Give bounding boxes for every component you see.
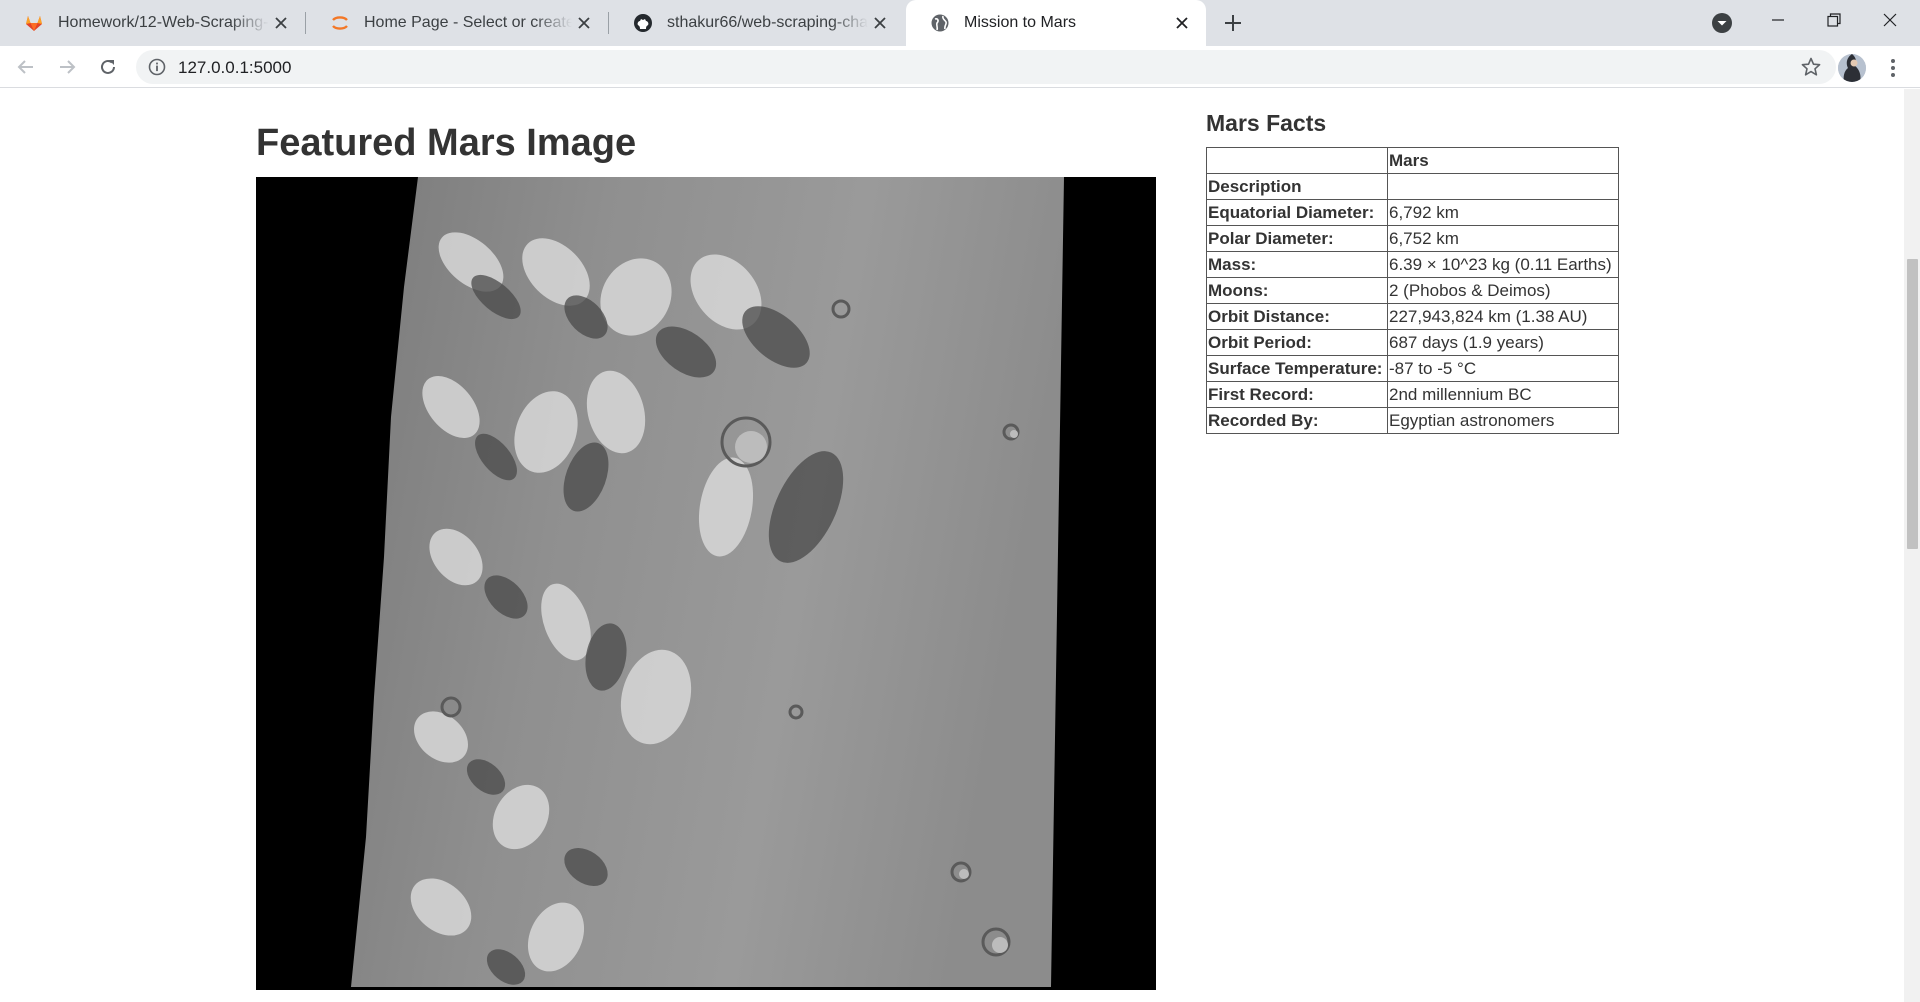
row-label: Equatorial Diameter: (1206, 199, 1388, 226)
table-row: Surface Temperature: -87 to -5 °C (1206, 355, 1619, 382)
table-row: First Record: 2nd millennium BC (1206, 381, 1619, 408)
minimize-icon[interactable] (1750, 0, 1806, 40)
tab-jupyter[interactable]: Home Page - Select or create a notebook (306, 0, 608, 46)
jupyter-icon (330, 13, 350, 33)
row-label: Mass: (1206, 251, 1388, 278)
close-tab-icon[interactable] (868, 11, 892, 35)
restore-icon[interactable] (1806, 0, 1862, 40)
row-value: 687 days (1.9 years) (1387, 329, 1619, 356)
row-label: Orbit Distance: (1206, 303, 1388, 330)
tab-homework[interactable]: Homework/12-Web-Scraping-and-Document-Da… (0, 0, 305, 46)
column-header-mars: Mars (1387, 147, 1619, 174)
url-text: 127.0.0.1:5000 (178, 58, 292, 77)
page-viewport: Featured Mars Image Mars Facts Mars Desc… (0, 89, 1920, 1002)
close-tab-icon[interactable] (572, 11, 596, 35)
bookmark-star-icon[interactable] (1800, 56, 1822, 78)
address-bar[interactable]: 127.0.0.1:5000 (136, 50, 1836, 84)
scrollbar-thumb[interactable] (1907, 259, 1918, 549)
row-value: 2nd millennium BC (1387, 381, 1619, 408)
row-value: 6,752 km (1387, 225, 1619, 252)
row-value: Egyptian astronomers (1387, 407, 1619, 434)
row-label: Moons: (1206, 277, 1388, 304)
page-scrollbar[interactable] (1904, 89, 1920, 1002)
table-row: Moons: 2 (Phobos & Deimos) (1206, 277, 1619, 304)
featured-mars-image (256, 177, 1156, 990)
new-tab-icon[interactable] (1218, 8, 1248, 38)
tab-title: Mission to Mars (964, 14, 1077, 31)
table-row: Mass: 6.39 × 10^23 kg (0.11 Earths) (1206, 251, 1619, 278)
close-window-icon[interactable] (1862, 0, 1918, 40)
row-value: -87 to -5 °C (1387, 355, 1619, 382)
table-corner-cell (1206, 147, 1388, 174)
gitlab-icon (24, 13, 44, 33)
tab-title: Homework/12-Web-Scraping-and-Document-Da… (58, 14, 269, 31)
tab-title: sthakur66/web-scraping-challenge (667, 14, 868, 31)
featured-image-heading: Featured Mars Image (256, 122, 637, 164)
row-label: First Record: (1206, 381, 1388, 408)
row-value: 6,792 km (1387, 199, 1619, 226)
table-row: Polar Diameter: 6,752 km (1206, 225, 1619, 252)
table-row: Orbit Period: 687 days (1.9 years) (1206, 329, 1619, 356)
mars-facts-table: Mars Description Equatorial Diameter: 6,… (1206, 147, 1619, 434)
close-tab-icon[interactable] (269, 11, 293, 35)
table-row: Description (1206, 173, 1619, 200)
row-label: Orbit Period: (1206, 329, 1388, 356)
browser-toolbar: 127.0.0.1:5000 (0, 46, 1920, 88)
site-info-icon[interactable] (148, 58, 166, 76)
row-label: Surface Temperature: (1206, 355, 1388, 382)
tab-strip: Homework/12-Web-Scraping-and-Document-Da… (0, 0, 1920, 46)
table-row: Recorded By: Egyptian astronomers (1206, 407, 1619, 434)
row-value: 227,943,824 km (1.38 AU) (1387, 303, 1619, 330)
reload-icon[interactable] (92, 51, 124, 83)
row-value: 6.39 × 10^23 kg (0.11 Earths) (1387, 251, 1619, 278)
row-label: Description (1206, 173, 1388, 200)
back-arrow-icon[interactable] (10, 51, 42, 83)
mars-facts-heading: Mars Facts (1206, 110, 1327, 136)
more-menu-icon[interactable] (1880, 55, 1906, 81)
row-label: Polar Diameter: (1206, 225, 1388, 252)
row-label: Recorded By: (1206, 407, 1388, 434)
github-icon (633, 13, 653, 33)
row-value: 2 (Phobos & Deimos) (1387, 277, 1619, 304)
table-header-row: Mars (1206, 147, 1619, 174)
table-row: Orbit Distance: 227,943,824 km (1.38 AU) (1206, 303, 1619, 330)
row-value (1387, 173, 1619, 200)
table-row: Equatorial Diameter: 6,792 km (1206, 199, 1619, 226)
tab-mission-to-mars[interactable]: Mission to Mars (906, 0, 1206, 46)
profile-avatar[interactable] (1838, 54, 1866, 82)
tab-title: Home Page - Select or create a notebook (364, 14, 572, 31)
globe-icon (930, 13, 950, 33)
close-tab-icon[interactable] (1170, 11, 1194, 35)
tab-search-icon[interactable] (1709, 10, 1735, 36)
tab-github[interactable]: sthakur66/web-scraping-challenge (609, 0, 904, 46)
forward-arrow-icon[interactable] (51, 51, 83, 83)
